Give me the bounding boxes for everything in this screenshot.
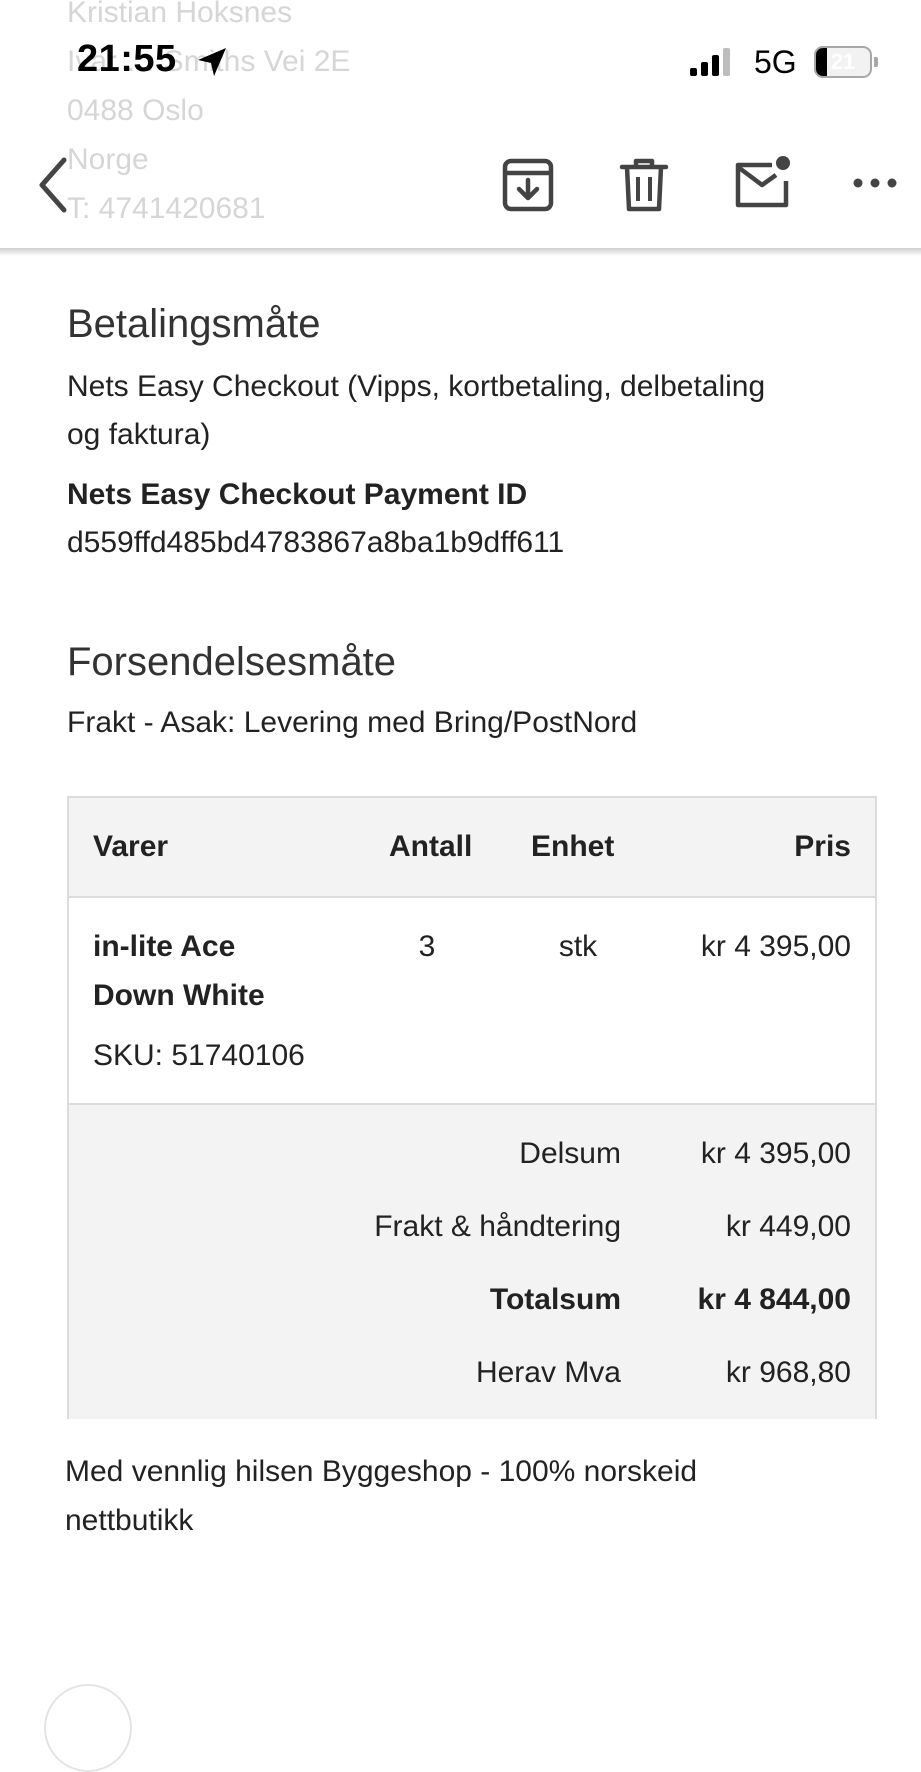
mail-unread-icon[interactable] (732, 153, 792, 213)
status-bar: 21:55 5G 21 (0, 0, 921, 120)
battery-percent: 21 (830, 49, 856, 74)
battery-icon: 21 (814, 46, 882, 80)
trash-icon[interactable] (616, 155, 672, 215)
header-quantity: Antall (389, 830, 473, 863)
shipping-fee-value: kr 449,00 (725, 1210, 851, 1243)
payment-heading: Betalingsmåte (67, 302, 321, 346)
more-icon[interactable] (850, 168, 900, 198)
status-time: 21:55 (77, 38, 177, 80)
payment-id-value: d559ffd485bd4783867a8ba1b9dff611 (67, 526, 565, 559)
shipping-heading: Forsendelsesmåte (67, 640, 397, 684)
header-price: Pris (794, 830, 851, 863)
item-name-line1: in-lite Ace (93, 930, 236, 963)
item-sku: SKU: 51740106 (93, 1039, 305, 1072)
header-items: Varer (93, 830, 169, 863)
archive-icon[interactable] (500, 155, 556, 215)
closing-line2: nettbutikk (65, 1504, 194, 1537)
closing-greeting: Med vennlig hilsen Byggeshop - 100% nors… (65, 1447, 865, 1545)
back-chevron-icon[interactable] (30, 150, 80, 220)
reply-avatar-circle[interactable] (44, 1684, 132, 1772)
email-toolbar (0, 120, 921, 250)
shipping-fee-label: Frakt & håndtering (374, 1210, 621, 1243)
table-row: in-lite Ace Down White SKU: 51740106 3 s… (69, 898, 875, 1098)
toolbar-shadow (0, 248, 921, 256)
payment-method-line1: Nets Easy Checkout (Vipps, kortbetaling,… (67, 370, 766, 403)
subtotal-label: Delsum (519, 1137, 621, 1170)
header-unit: Enhet (531, 830, 615, 863)
subtotal-value: kr 4 395,00 (700, 1137, 851, 1170)
item-name-line2: Down White (93, 979, 265, 1012)
vat-label: Herav Mva (475, 1356, 621, 1389)
total-value: kr 4 844,00 (697, 1283, 851, 1316)
closing-line1: Med vennlig hilsen Byggeshop - 100% nors… (65, 1455, 698, 1488)
shipping-method: Frakt - Asak: Levering med Bring/PostNor… (67, 706, 638, 739)
cellular-signal-icon (690, 48, 730, 76)
payment-id-label: Nets Easy Checkout Payment ID (67, 478, 528, 511)
vat-value: kr 968,80 (725, 1356, 851, 1389)
payment-method-line2: og faktura) (67, 418, 211, 451)
item-quantity: 3 (418, 930, 436, 963)
item-price: kr 4 395,00 (700, 930, 851, 963)
order-table: Varer Antall Enhet Pris in-lite Ace Down… (67, 796, 877, 1419)
location-arrow-icon (198, 48, 226, 76)
order-table-header: Varer Antall Enhet Pris (69, 798, 875, 898)
item-unit: stk (558, 930, 598, 963)
network-type: 5G (754, 44, 797, 80)
total-label: Totalsum (489, 1283, 621, 1316)
order-totals: Delsum kr 4 395,00 Frakt & håndtering kr… (69, 1103, 875, 1419)
